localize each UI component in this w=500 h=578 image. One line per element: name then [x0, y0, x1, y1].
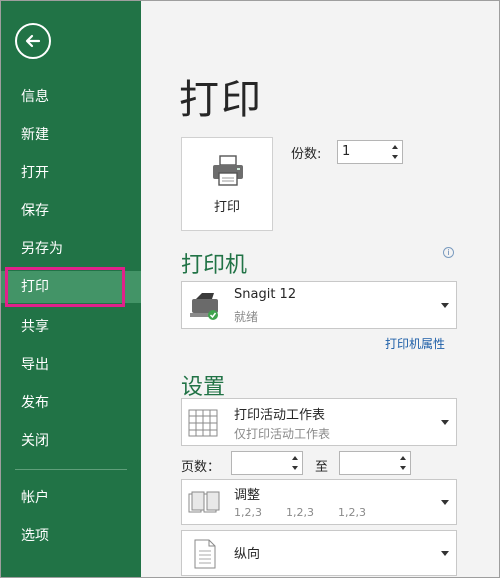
- back-arrow-icon: [25, 34, 41, 48]
- info-icon[interactable]: i: [443, 247, 454, 258]
- printer-properties-link[interactable]: 打印机属性: [385, 335, 445, 352]
- collate-pages-icon: [188, 491, 220, 513]
- collate-dropdown[interactable]: 调整 1,2,3 1,2,3 1,2,3: [181, 479, 457, 525]
- printer-icon: [213, 155, 243, 186]
- nav-item-export[interactable]: 导出: [1, 349, 141, 381]
- sheet-grid-icon: [188, 409, 218, 437]
- nav-separator: [15, 469, 127, 470]
- nav-item-info[interactable]: 信息: [1, 81, 141, 113]
- dropdown-arrow-icon: [441, 303, 449, 308]
- orientation-dropdown[interactable]: 纵向: [181, 530, 457, 576]
- spin-down-icon[interactable]: [391, 153, 399, 161]
- portrait-page-icon: [194, 539, 216, 569]
- dropdown-arrow-icon: [441, 420, 449, 425]
- nav-item-options[interactable]: 选项: [1, 520, 141, 552]
- print-panel: 打印 打印 份数: 1 打印机 i Snagit 12 就绪 打印机属性 设置 …: [141, 1, 499, 577]
- collate-subtitle-part: 1,2,3: [286, 506, 314, 519]
- spin-down-icon[interactable]: [399, 464, 407, 472]
- nav-item-new[interactable]: 新建: [1, 119, 141, 151]
- spin-up-icon[interactable]: [291, 454, 299, 462]
- print-button[interactable]: 打印: [181, 137, 273, 231]
- nav-item-share[interactable]: 共享: [1, 311, 141, 343]
- dropdown-arrow-icon: [441, 551, 449, 556]
- settings-section-title: 设置: [181, 375, 226, 400]
- print-button-label: 打印: [213, 200, 240, 215]
- nav-item-account[interactable]: 帐户: [1, 482, 141, 514]
- printer-status: 就绪: [234, 310, 259, 324]
- print-scope-dropdown[interactable]: 打印活动工作表 仅打印活动工作表: [181, 398, 457, 446]
- spin-up-icon[interactable]: [399, 454, 407, 462]
- copies-stepper[interactable]: 1: [337, 140, 403, 164]
- nav-item-publish[interactable]: 发布: [1, 387, 141, 419]
- collate-subtitle-part: 1,2,3: [338, 506, 366, 519]
- backstage-window: 信息 新建 打开 保存 另存为 打印 共享 导出 发布 关闭 帐户 选项 打印 …: [0, 0, 500, 578]
- printer-dropdown[interactable]: Snagit 12 就绪: [181, 281, 457, 329]
- print-scope-title: 打印活动工作表: [234, 408, 326, 423]
- pages-to-label: 至: [315, 460, 329, 475]
- nav-item-close[interactable]: 关闭: [1, 425, 141, 457]
- collate-subtitle-part: 1,2,3: [234, 506, 262, 519]
- nav-print-highlight-box: [5, 267, 125, 307]
- nav-item-save[interactable]: 保存: [1, 195, 141, 227]
- printer-name: Snagit 12: [234, 287, 297, 302]
- copies-value: 1: [342, 144, 351, 159]
- spin-up-icon[interactable]: [391, 143, 399, 151]
- spin-down-icon[interactable]: [291, 464, 299, 472]
- printer-section-title: 打印机: [181, 253, 248, 278]
- print-scope-subtitle: 仅打印活动工作表: [234, 427, 331, 441]
- dropdown-arrow-icon: [441, 500, 449, 505]
- pages-to-stepper[interactable]: [339, 451, 411, 475]
- backstage-sidebar: 信息 新建 打开 保存 另存为 打印 共享 导出 发布 关闭 帐户 选项: [1, 1, 141, 577]
- nav-item-save-as[interactable]: 另存为: [1, 233, 141, 265]
- back-button[interactable]: [15, 23, 51, 59]
- pages-label: 页数：: [181, 460, 221, 475]
- collate-title: 调整: [234, 488, 261, 503]
- pages-from-stepper[interactable]: [231, 451, 303, 475]
- orientation-title: 纵向: [234, 547, 261, 562]
- copies-label: 份数:: [291, 147, 322, 162]
- printer-icon: [190, 293, 218, 320]
- page-title: 打印: [179, 77, 263, 123]
- nav-item-open[interactable]: 打开: [1, 157, 141, 189]
